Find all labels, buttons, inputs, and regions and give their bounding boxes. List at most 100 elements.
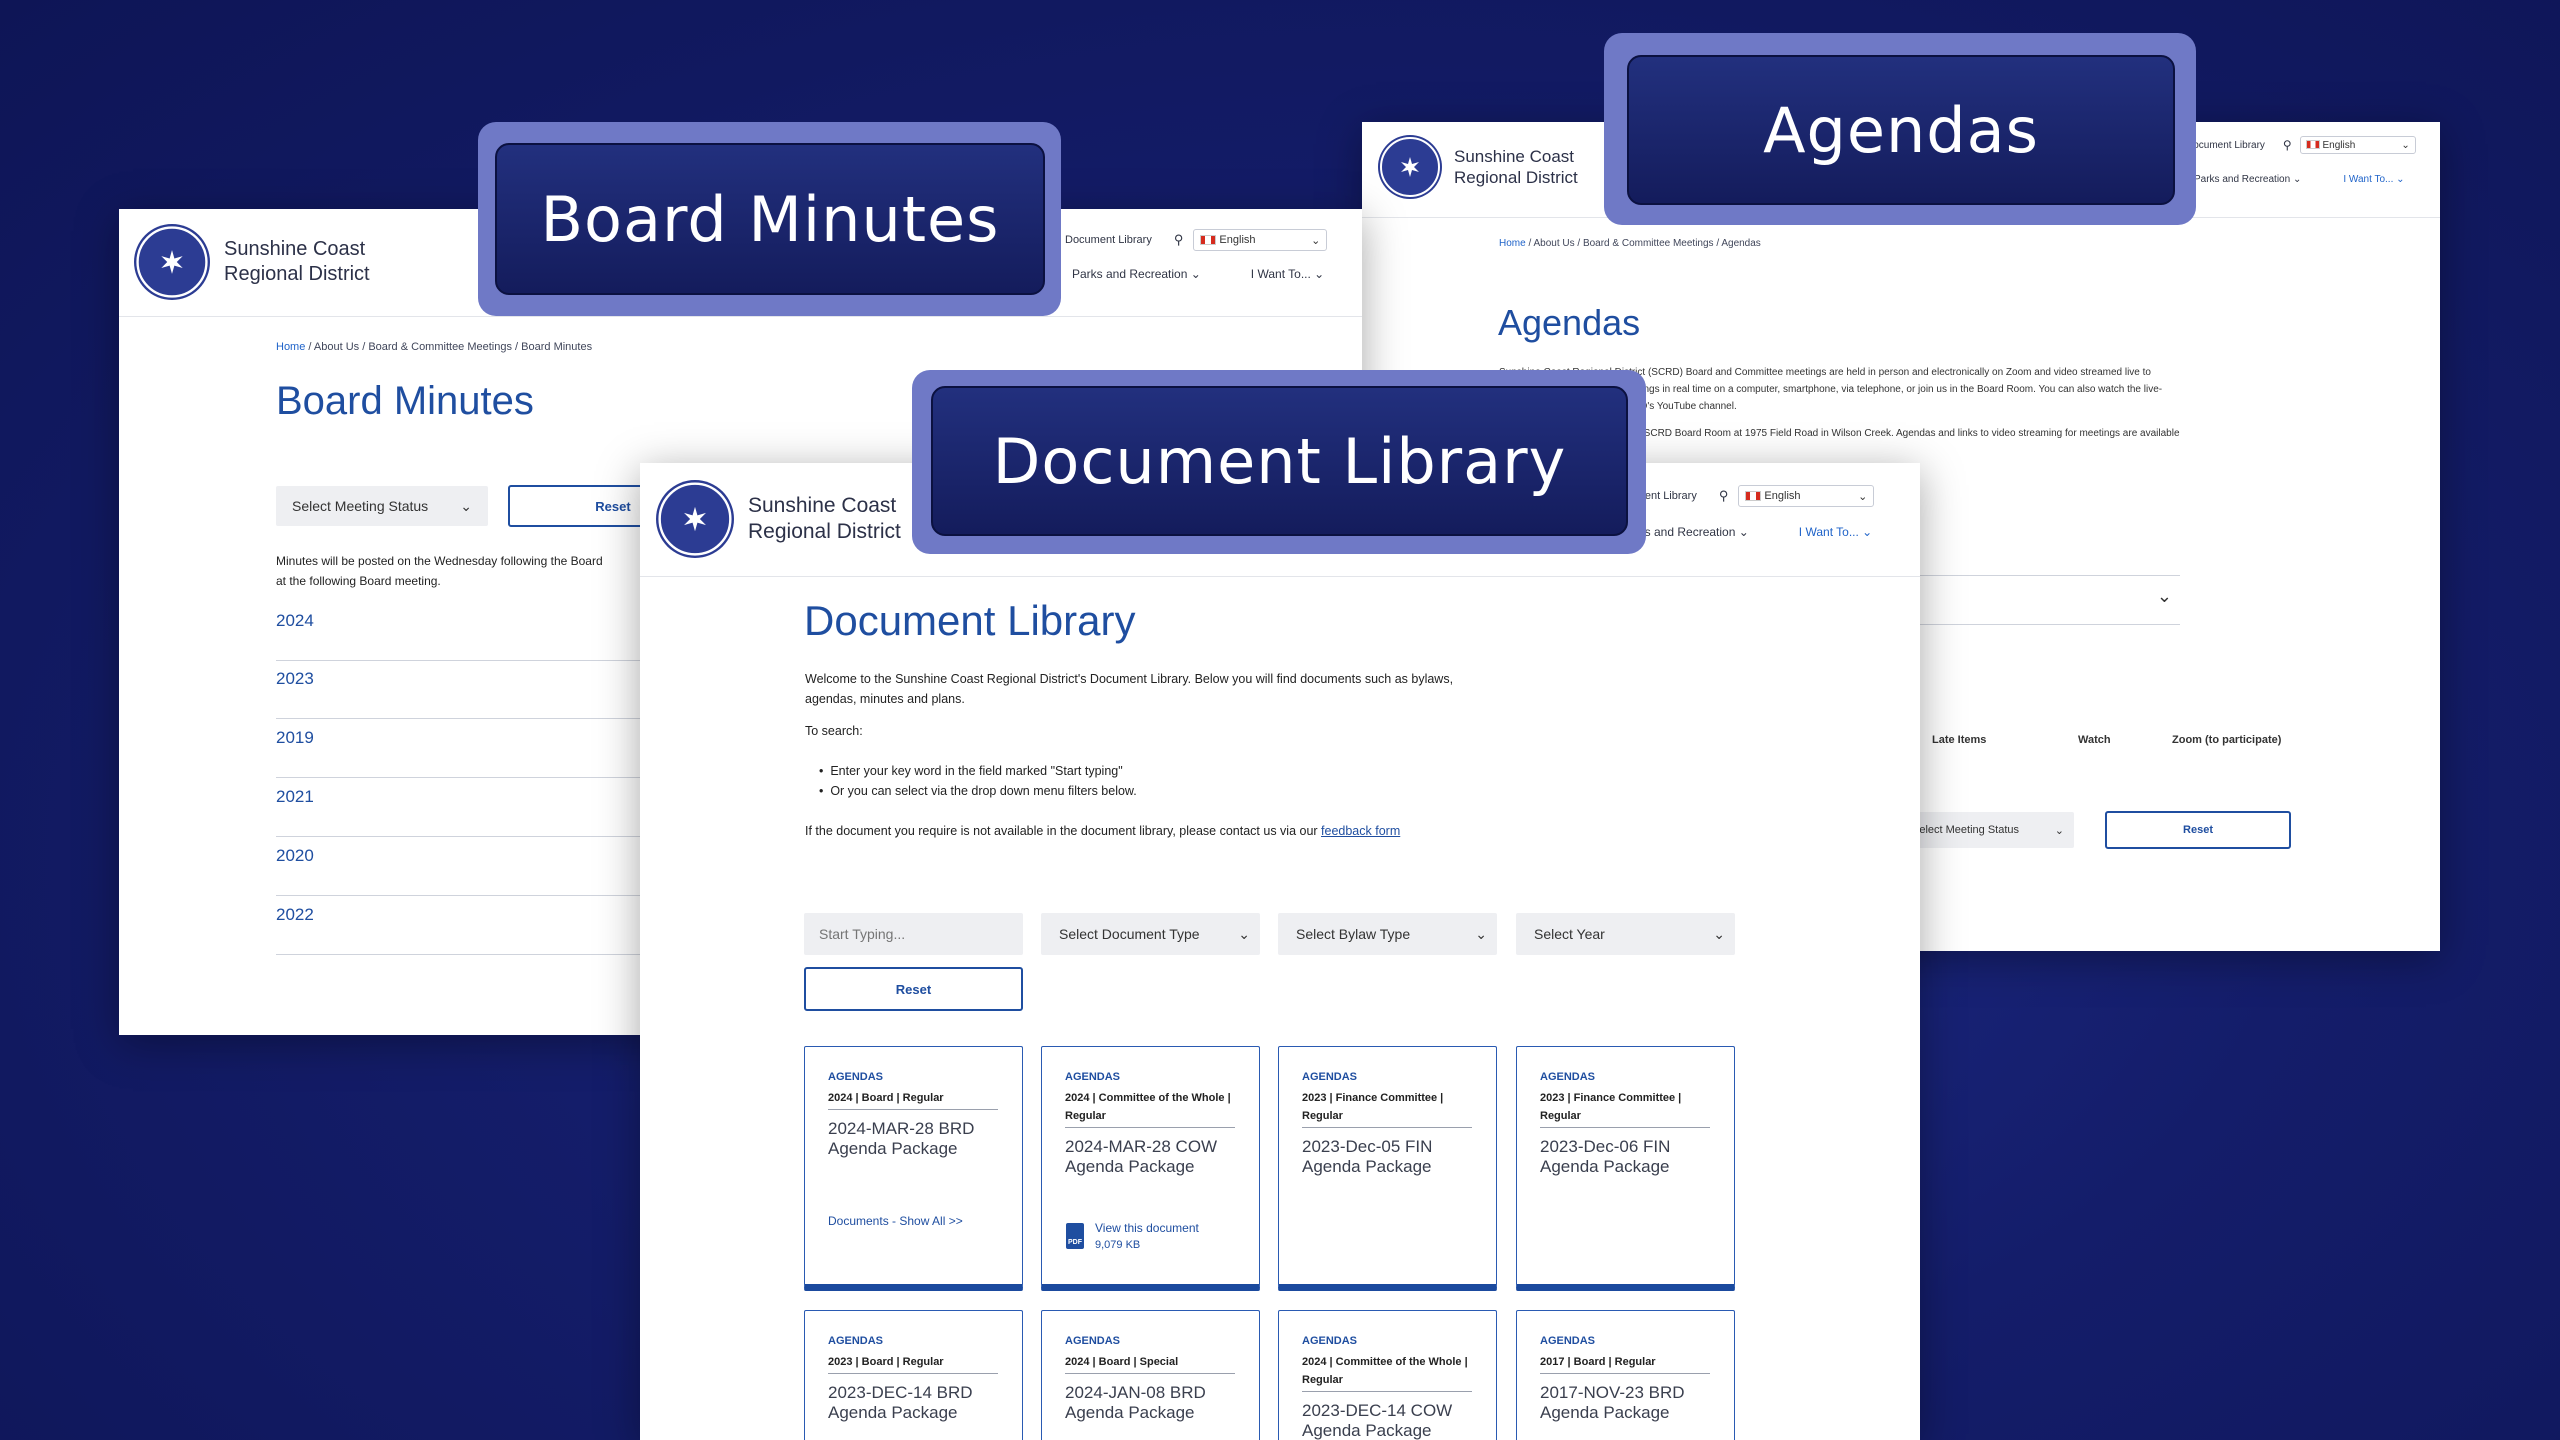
canada-flag-icon: [2305, 140, 2320, 150]
card-meta: 2024 | Committee of the Whole | Regular: [1065, 1089, 1235, 1128]
year-select[interactable]: Select Year ⌄: [1516, 913, 1735, 955]
search-input[interactable]: [804, 913, 1023, 955]
card-category: AGENDAS: [1065, 1335, 1121, 1347]
card-category: AGENDAS: [1302, 1335, 1358, 1347]
language-label: English: [1764, 490, 1801, 502]
card-title[interactable]: 2023-DEC-14 COW Agenda Package: [1302, 1401, 1482, 1440]
search-icon[interactable]: ⚲: [2283, 138, 2292, 152]
logo-emblem-icon: [656, 480, 734, 558]
reset-button[interactable]: Reset: [2105, 811, 2291, 849]
card-meta: 2024 | Board | Special: [1065, 1353, 1235, 1374]
card-category: AGENDAS: [828, 1335, 884, 1347]
meeting-status-select[interactable]: Select Meeting Status ⌄: [1902, 812, 2074, 848]
document-library-window: Sunshine Coast Regional District Documen…: [640, 463, 1920, 1440]
chevron-down-icon: ⌄: [1311, 234, 1321, 247]
pdf-file-icon: PDF: [1066, 1223, 1084, 1249]
card-meta: 2024 | Board | Regular: [828, 1089, 998, 1110]
search-tip: • Or you can select via the drop down me…: [819, 784, 1137, 798]
view-document-link[interactable]: View this document: [1095, 1221, 1199, 1235]
card-title[interactable]: 2023-Dec-06 FIN Agenda Package: [1540, 1137, 1720, 1177]
chevron-down-icon: ⌄: [2401, 139, 2410, 151]
col-watch: Watch: [2078, 734, 2111, 746]
document-card[interactable]: AGENDAS 2024 | Committee of the Whole | …: [1041, 1046, 1260, 1291]
card-category: AGENDAS: [828, 1071, 884, 1083]
page-title: Document Library: [804, 597, 1136, 644]
card-title[interactable]: 2024-JAN-08 BRD Agenda Package: [1065, 1383, 1245, 1423]
meeting-status-select[interactable]: Select Meeting Status ⌄: [276, 486, 488, 526]
file-size: 9,079 KB: [1095, 1239, 1141, 1251]
doclib-intro: Welcome to the Sunshine Coast Regional D…: [805, 669, 1565, 841]
chevron-down-icon: ⌄: [2054, 824, 2064, 837]
bylaw-type-select[interactable]: Select Bylaw Type ⌄: [1278, 913, 1497, 955]
card-title[interactable]: 2023-DEC-14 BRD Agenda Package: [828, 1383, 1008, 1423]
feedback-form-link[interactable]: feedback form: [1321, 824, 1400, 838]
language-label: English: [1219, 234, 1256, 246]
brand-line2: Regional District: [748, 520, 901, 543]
search-icon[interactable]: ⚲: [1719, 488, 1729, 504]
document-card[interactable]: AGENDAS 2017 | Board | Regular 2017-NOV-…: [1516, 1310, 1735, 1440]
agendas-label: Agendas: [1627, 55, 2175, 205]
board-logo[interactable]: Sunshine Coast Regional District: [134, 224, 370, 300]
board-topnav: Document Library ⚲ English ⌄: [1065, 229, 1328, 251]
agendas-logo[interactable]: Sunshine Coast Regional District: [1378, 135, 1578, 199]
chevron-down-icon: ⌄: [1858, 490, 1868, 503]
doclib-subnav: Parks and Recreation ⌄ I Want To... ⌄: [1620, 525, 1872, 539]
logo-emblem-icon: [1378, 135, 1442, 199]
nav-parks[interactable]: Parks and Recreation ⌄: [2194, 174, 2301, 185]
language-select[interactable]: English ⌄: [1738, 485, 1875, 507]
language-select[interactable]: English ⌄: [2299, 136, 2416, 154]
brand-line1: Sunshine Coast: [224, 238, 366, 260]
brand-line2: Regional District: [224, 263, 370, 285]
search-icon[interactable]: ⚲: [1174, 232, 1184, 248]
page-title: Agendas: [1498, 302, 1641, 343]
col-zoom: Zoom (to participate): [2172, 734, 2282, 746]
col-late-items: Late Items: [1932, 734, 1987, 746]
chevron-down-icon: ⌄: [1238, 925, 1250, 942]
card-meta: 2023 | Board | Regular: [828, 1353, 998, 1374]
brand-line1: Sunshine Coast: [748, 493, 897, 517]
breadcrumb-home[interactable]: Home: [1499, 238, 1526, 249]
page-title: Board Minutes: [276, 379, 534, 423]
card-title[interactable]: 2024-MAR-28 BRD Agenda Package: [828, 1119, 1008, 1159]
chevron-down-icon: ⌄: [1713, 925, 1725, 942]
agendas-subnav: Parks and Recreation ⌄ I Want To... ⌄: [2194, 174, 2405, 185]
card-meta: 2023 | Finance Committee | Regular: [1540, 1089, 1710, 1128]
card-title[interactable]: 2024-MAR-28 COW Agenda Package: [1065, 1137, 1245, 1177]
document-card[interactable]: AGENDAS 2023 | Finance Committee | Regul…: [1516, 1046, 1735, 1291]
breadcrumb: Home / About Us / Board & Committee Meet…: [276, 341, 593, 353]
document-type-select[interactable]: Select Document Type ⌄: [1041, 913, 1260, 955]
card-category: AGENDAS: [1065, 1071, 1121, 1083]
document-card[interactable]: AGENDAS 2024 | Committee of the Whole | …: [1278, 1310, 1497, 1440]
chevron-down-icon: ⌄: [1475, 925, 1487, 942]
breadcrumb: Home / About Us / Board & Committee Meet…: [1499, 238, 1761, 249]
card-title[interactable]: 2017-NOV-23 BRD Agenda Package: [1540, 1383, 1720, 1423]
document-library-label: Document Library: [931, 386, 1628, 536]
nav-i-want-to[interactable]: I Want To... ⌄: [1251, 267, 1324, 281]
document-card[interactable]: AGENDAS 2024 | Board | Regular 2024-MAR-…: [804, 1046, 1023, 1291]
board-subnav: Parks and Recreation ⌄ I Want To... ⌄: [1072, 267, 1324, 281]
show-all-link[interactable]: Documents - Show All >>: [828, 1214, 963, 1228]
document-card[interactable]: AGENDAS 2023 | Board | Regular 2023-DEC-…: [804, 1310, 1023, 1440]
card-category: AGENDAS: [1302, 1071, 1358, 1083]
chevron-down-icon: ⌄: [460, 497, 472, 514]
board-minutes-label: Board Minutes: [495, 143, 1045, 295]
card-meta: 2024 | Committee of the Whole | Regular: [1302, 1353, 1472, 1392]
card-category: AGENDAS: [1540, 1335, 1596, 1347]
nav-i-want-to[interactable]: I Want To... ⌄: [2343, 174, 2404, 185]
card-category: AGENDAS: [1540, 1071, 1596, 1083]
language-select[interactable]: English ⌄: [1193, 229, 1328, 251]
nav-i-want-to[interactable]: I Want To... ⌄: [1799, 525, 1872, 539]
card-meta: 2023 | Finance Committee | Regular: [1302, 1089, 1472, 1128]
canada-flag-icon: [1745, 491, 1762, 502]
doclib-topnav: Document Library ⚲ English ⌄: [1610, 485, 1875, 507]
card-title[interactable]: 2023-Dec-05 FIN Agenda Package: [1302, 1137, 1482, 1177]
agendas-topnav: Document Library ⚲ English ⌄: [2186, 136, 2416, 154]
document-card[interactable]: AGENDAS 2023 | Finance Committee | Regul…: [1278, 1046, 1497, 1291]
nav-document-library[interactable]: Document Library: [1065, 234, 1152, 246]
breadcrumb-home[interactable]: Home: [276, 341, 305, 353]
document-card[interactable]: AGENDAS 2024 | Board | Special 2024-JAN-…: [1041, 1310, 1260, 1440]
nav-parks[interactable]: Parks and Recreation ⌄: [1072, 267, 1201, 281]
reset-button[interactable]: Reset: [804, 967, 1023, 1011]
doclib-logo[interactable]: Sunshine Coast Regional District: [656, 480, 901, 558]
nav-document-library[interactable]: Document Library: [2186, 140, 2265, 151]
